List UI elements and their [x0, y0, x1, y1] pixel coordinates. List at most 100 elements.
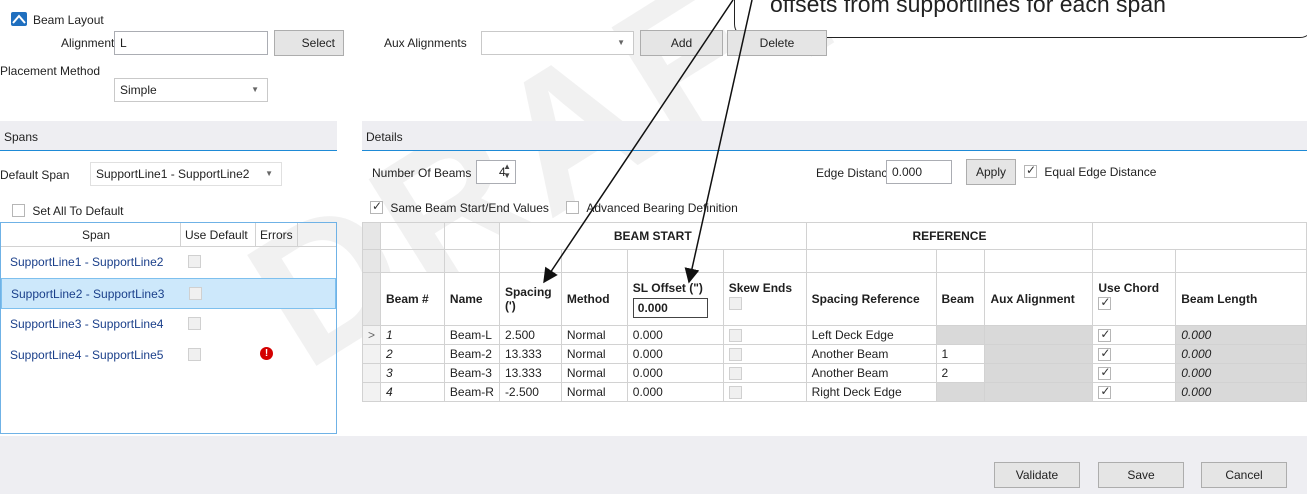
cancel-button[interactable]: Cancel: [1201, 462, 1287, 488]
cell-use-chord[interactable]: [1092, 325, 1177, 345]
cell-beam-no[interactable]: 2: [380, 344, 445, 364]
cell-spacing-reference[interactable]: Left Deck Edge: [805, 325, 937, 345]
cell-sl-offset[interactable]: 0.000: [626, 382, 724, 402]
skew-ends-checkbox[interactable]: [728, 367, 742, 381]
col-spacing: Spacing ('): [498, 272, 562, 326]
skew-ends-checkbox[interactable]: [728, 348, 742, 362]
same-beam-checkbox-box[interactable]: [370, 199, 383, 215]
cell-use-chord[interactable]: [1092, 363, 1177, 383]
span-row[interactable]: SupportLine2 - SupportLine3: [1, 278, 336, 309]
cell-beam[interactable]: [935, 382, 986, 402]
cell-name[interactable]: Beam-3: [443, 363, 500, 383]
stepper-arrows-icon[interactable]: ▲ ▼: [503, 162, 511, 180]
equal-edge-distance-checkbox[interactable]: Equal Edge Distance: [1024, 163, 1157, 179]
cell-skew-ends[interactable]: [722, 382, 807, 402]
cell-spacing-reference[interactable]: Another Beam: [805, 363, 937, 383]
use-chord-checkbox[interactable]: [1098, 327, 1112, 343]
cell-beam-no[interactable]: 1: [380, 325, 445, 345]
delete-button[interactable]: Delete: [727, 30, 827, 56]
number-of-beams-stepper[interactable]: 4 ▲ ▼: [476, 160, 516, 184]
cell-name[interactable]: Beam-R: [443, 382, 500, 402]
save-button[interactable]: Save: [1098, 462, 1184, 488]
cell-method[interactable]: Normal: [560, 363, 628, 383]
cell-use-chord[interactable]: [1092, 344, 1177, 364]
cell-method[interactable]: Normal: [560, 382, 628, 402]
equal-edge-label: Equal Edge Distance: [1044, 164, 1157, 179]
same-beam-checkbox[interactable]: Same Beam Start/End Values: [370, 199, 549, 215]
table-row[interactable]: 4Beam-R-2.500Normal0.000Right Deck Edge0…: [361, 382, 1307, 402]
cell-use-chord[interactable]: [1092, 382, 1177, 402]
set-all-to-default-checkbox[interactable]: Set All To Default: [12, 203, 124, 218]
use-default-checkbox[interactable]: [188, 317, 201, 330]
table-row[interactable]: >1Beam-L2.500Normal0.000Left Deck Edge0.…: [361, 325, 1307, 345]
sl-offset-header-field[interactable]: 0.000: [632, 297, 708, 318]
cell-sl-offset[interactable]: 0.000: [626, 363, 724, 383]
add-button[interactable]: Add: [640, 30, 723, 56]
cell-beam[interactable]: 2: [935, 363, 986, 383]
table-row[interactable]: 2Beam-213.333Normal0.000Another Beam10.0…: [361, 344, 1307, 364]
equal-edge-checkbox-box[interactable]: [1024, 163, 1037, 179]
error-icon: !: [260, 347, 273, 360]
placement-method-dropdown[interactable]: Simple ▼: [114, 78, 268, 102]
cell-spacing-reference[interactable]: Right Deck Edge: [805, 382, 937, 402]
span-row[interactable]: SupportLine3 - SupportLine4: [1, 309, 336, 340]
use-default-checkbox[interactable]: [189, 287, 202, 300]
span-row[interactable]: SupportLine1 - SupportLine2: [1, 247, 336, 278]
placement-method-label: Placement Method: [0, 64, 101, 78]
edge-distance-field[interactable]: 0.000: [886, 160, 952, 184]
cell-aux-alignment[interactable]: [984, 325, 1094, 345]
cell-spacing[interactable]: -2.500: [498, 382, 562, 402]
cell-skew-ends[interactable]: [722, 344, 807, 364]
skew-ends-header-checkbox[interactable]: [728, 297, 742, 311]
cell-beam[interactable]: 1: [935, 344, 986, 364]
set-all-checkbox-box[interactable]: [12, 204, 25, 218]
cell-beam[interactable]: [935, 325, 986, 345]
cell-sl-offset[interactable]: 0.000: [626, 344, 724, 364]
default-span-dropdown[interactable]: SupportLine1 - SupportLine2 ▼: [90, 162, 282, 186]
cell-beam-no[interactable]: 3: [380, 363, 445, 383]
cell-sl-offset[interactable]: 0.000: [626, 325, 724, 345]
cell-spacing[interactable]: 13.333: [498, 363, 562, 383]
validate-button[interactable]: Validate: [994, 462, 1080, 488]
default-span-value: SupportLine1 - SupportLine2: [96, 167, 250, 181]
skew-ends-checkbox[interactable]: [728, 386, 742, 400]
cell-skew-ends[interactable]: [722, 363, 807, 383]
col-beam: Beam: [935, 272, 986, 326]
span-row[interactable]: SupportLine4 - SupportLine5!: [1, 340, 336, 371]
use-default-checkbox[interactable]: [188, 255, 201, 268]
apply-button[interactable]: Apply: [966, 159, 1016, 185]
col-use-chord-label: Use Chord: [1098, 281, 1160, 295]
use-chord-checkbox[interactable]: [1098, 384, 1112, 400]
cell-spacing[interactable]: 2.500: [498, 325, 562, 345]
cell-aux-alignment[interactable]: [984, 344, 1094, 364]
use-chord-header-checkbox[interactable]: [1098, 295, 1112, 311]
advanced-bearing-checkbox[interactable]: Advanced Bearing Definition: [566, 200, 738, 215]
aux-alignments-dropdown[interactable]: ▼: [481, 31, 634, 55]
aux-alignments-label: Aux Alignments: [384, 36, 467, 50]
alignment-field[interactable]: L: [114, 31, 268, 55]
cell-beam-no[interactable]: 4: [380, 382, 445, 402]
cell-aux-alignment[interactable]: [984, 382, 1094, 402]
advanced-bearing-checkbox-box[interactable]: [566, 201, 579, 215]
col-beam-length: Beam Length: [1175, 272, 1307, 326]
cell-skew-ends[interactable]: [722, 325, 807, 345]
details-section-title: Details: [366, 130, 403, 144]
select-button[interactable]: Select: [274, 30, 344, 56]
col-use-default: Use Default: [185, 228, 248, 242]
cell-spacing-reference[interactable]: Another Beam: [805, 344, 937, 364]
cell-name[interactable]: Beam-2: [443, 344, 500, 364]
use-default-checkbox[interactable]: [188, 348, 201, 361]
use-chord-checkbox[interactable]: [1098, 365, 1112, 381]
use-chord-checkbox[interactable]: [1098, 346, 1112, 362]
cell-method[interactable]: Normal: [560, 325, 628, 345]
spans-section-header: Spans: [0, 121, 337, 151]
window-title: Beam Layout: [33, 13, 104, 27]
cell-spacing[interactable]: 13.333: [498, 344, 562, 364]
col-sl-offset: SL Offset (") 0.000: [626, 272, 724, 326]
table-row[interactable]: 3Beam-313.333Normal0.000Another Beam20.0…: [361, 363, 1307, 383]
cell-name[interactable]: Beam-L: [443, 325, 500, 345]
skew-ends-checkbox[interactable]: [728, 329, 742, 343]
cell-aux-alignment[interactable]: [984, 363, 1094, 383]
cell-method[interactable]: Normal: [560, 344, 628, 364]
cell-beam-length: 0.000: [1175, 363, 1307, 383]
